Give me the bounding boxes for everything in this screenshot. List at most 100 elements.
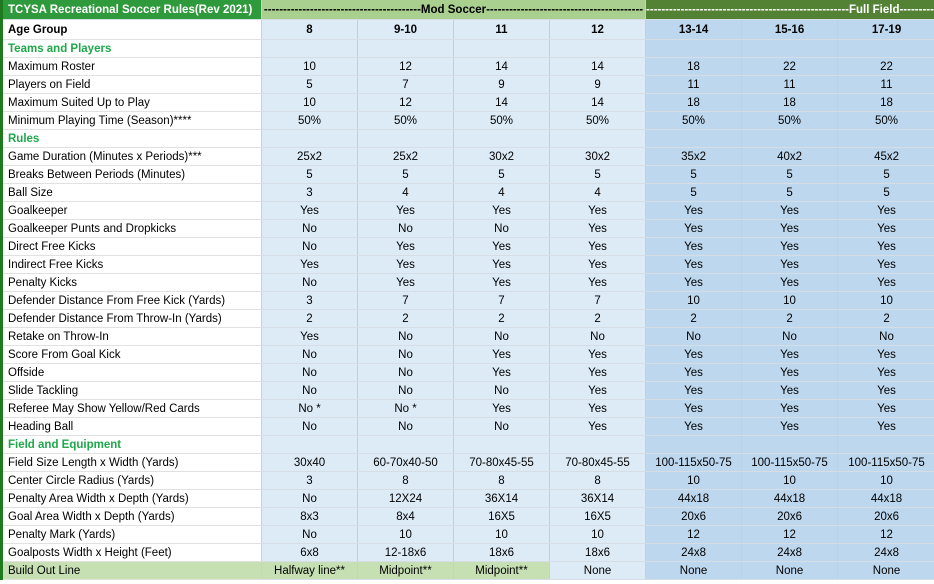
empty-cell[interactable] [357, 435, 454, 454]
rule-value-cell[interactable]: Yes [645, 255, 743, 274]
rule-value-cell[interactable]: 44x18 [741, 489, 839, 508]
full-field-header[interactable]: ----------------------------------------… [645, 0, 934, 20]
empty-cell[interactable] [741, 129, 839, 148]
rule-label[interactable]: Build Out Line [0, 561, 262, 580]
rule-value-cell[interactable]: Yes [261, 255, 358, 274]
rule-value-cell[interactable]: No [261, 525, 358, 544]
rule-value-cell[interactable]: None [741, 561, 839, 580]
rule-value-cell[interactable]: Yes [357, 273, 454, 292]
rule-value-cell[interactable]: Yes [549, 345, 647, 364]
rule-value-cell[interactable]: Yes [741, 345, 839, 364]
rule-value-cell[interactable]: Yes [741, 219, 839, 238]
rule-value-cell[interactable]: 12 [741, 525, 839, 544]
age-group-cell[interactable]: 17-19 [837, 19, 934, 40]
rule-value-cell[interactable]: 70-80x45-55 [453, 453, 550, 472]
rule-value-cell[interactable]: No [261, 489, 358, 508]
rule-value-cell[interactable]: No * [357, 399, 454, 418]
rule-value-cell[interactable]: 30x2 [453, 147, 550, 166]
rule-value-cell[interactable]: 5 [453, 165, 550, 184]
rule-value-cell[interactable]: Yes [645, 417, 743, 436]
rule-value-cell[interactable]: Yes [549, 417, 647, 436]
rule-value-cell[interactable]: 24x8 [645, 543, 743, 562]
rule-value-cell[interactable]: 18x6 [549, 543, 647, 562]
rule-label[interactable]: Center Circle Radius (Yards) [0, 471, 262, 490]
rule-value-cell[interactable]: 8x3 [261, 507, 358, 526]
rule-value-cell[interactable]: No [837, 327, 934, 346]
rule-value-cell[interactable]: No [261, 381, 358, 400]
rule-value-cell[interactable]: Midpoint** [453, 561, 550, 580]
rule-value-cell[interactable]: No [261, 363, 358, 382]
rule-value-cell[interactable]: Yes [549, 381, 647, 400]
age-group-cell[interactable]: 15-16 [741, 19, 839, 40]
rule-label[interactable]: Referee May Show Yellow/Red Cards [0, 399, 262, 418]
rule-value-cell[interactable]: Yes [645, 201, 743, 220]
rule-value-cell[interactable]: 8 [453, 471, 550, 490]
rule-value-cell[interactable]: Yes [837, 273, 934, 292]
mod-soccer-header[interactable]: ----------------------------------------… [261, 0, 647, 20]
rule-value-cell[interactable]: Yes [549, 363, 647, 382]
rule-value-cell[interactable]: 18 [837, 93, 934, 112]
rule-value-cell[interactable]: 5 [837, 165, 934, 184]
rule-value-cell[interactable]: Yes [837, 201, 934, 220]
rule-value-cell[interactable]: 12 [357, 57, 454, 76]
rule-value-cell[interactable]: 3 [261, 471, 358, 490]
rule-value-cell[interactable]: 20x6 [741, 507, 839, 526]
rule-value-cell[interactable]: 20x6 [837, 507, 934, 526]
rule-value-cell[interactable]: 7 [357, 75, 454, 94]
rule-value-cell[interactable]: 5 [357, 165, 454, 184]
rule-value-cell[interactable]: No [357, 363, 454, 382]
rule-value-cell[interactable]: 7 [549, 291, 647, 310]
rule-value-cell[interactable]: No [357, 219, 454, 238]
rule-value-cell[interactable]: Yes [261, 201, 358, 220]
rule-value-cell[interactable]: 4 [357, 183, 454, 202]
rule-value-cell[interactable]: 12 [645, 525, 743, 544]
empty-cell[interactable] [741, 435, 839, 454]
empty-cell[interactable] [837, 39, 934, 58]
rule-value-cell[interactable]: 6x8 [261, 543, 358, 562]
rule-value-cell[interactable]: 50% [837, 111, 934, 130]
rule-value-cell[interactable]: 10 [261, 93, 358, 112]
rule-value-cell[interactable]: 2 [453, 309, 550, 328]
rule-value-cell[interactable]: None [837, 561, 934, 580]
empty-cell[interactable] [357, 129, 454, 148]
age-group-label[interactable]: Age Group [0, 19, 262, 40]
rule-value-cell[interactable]: 50% [261, 111, 358, 130]
rule-value-cell[interactable]: No [645, 327, 743, 346]
rule-value-cell[interactable]: Yes [357, 237, 454, 256]
rule-value-cell[interactable]: 36X14 [453, 489, 550, 508]
rule-value-cell[interactable]: Yes [645, 363, 743, 382]
rule-value-cell[interactable]: No [453, 219, 550, 238]
rule-value-cell[interactable]: 5 [549, 165, 647, 184]
rule-value-cell[interactable]: Halfway line** [261, 561, 358, 580]
empty-cell[interactable] [357, 39, 454, 58]
age-group-cell[interactable]: 9-10 [357, 19, 454, 40]
rule-value-cell[interactable]: Yes [645, 345, 743, 364]
age-group-cell[interactable]: 12 [549, 19, 647, 40]
rule-value-cell[interactable]: 50% [645, 111, 743, 130]
rule-value-cell[interactable]: Midpoint** [357, 561, 454, 580]
rule-value-cell[interactable]: Yes [741, 381, 839, 400]
rule-value-cell[interactable]: 24x8 [837, 543, 934, 562]
rule-value-cell[interactable]: No [261, 273, 358, 292]
rule-value-cell[interactable]: No [357, 327, 454, 346]
rule-value-cell[interactable]: Yes [453, 399, 550, 418]
rule-label[interactable]: Field Size Length x Width (Yards) [0, 453, 262, 472]
rule-value-cell[interactable]: 30x40 [261, 453, 358, 472]
rule-value-cell[interactable]: 10 [645, 291, 743, 310]
rule-value-cell[interactable]: 5 [837, 183, 934, 202]
rule-value-cell[interactable]: No [261, 219, 358, 238]
rule-value-cell[interactable]: No [357, 345, 454, 364]
rule-value-cell[interactable]: 60-70x40-50 [357, 453, 454, 472]
rule-value-cell[interactable]: No [261, 417, 358, 436]
rule-value-cell[interactable]: 10 [837, 291, 934, 310]
rule-label[interactable]: Ball Size [0, 183, 262, 202]
empty-cell[interactable] [549, 129, 647, 148]
rule-value-cell[interactable]: Yes [741, 201, 839, 220]
rule-value-cell[interactable]: Yes [453, 201, 550, 220]
rule-value-cell[interactable]: Yes [357, 201, 454, 220]
rule-value-cell[interactable]: 2 [741, 309, 839, 328]
sheet-title[interactable]: TCYSA Recreational Soccer Rules(Rev 2021… [0, 0, 262, 20]
rule-label[interactable]: Goal Area Width x Depth (Yards) [0, 507, 262, 526]
rule-label[interactable]: Defender Distance From Throw-In (Yards) [0, 309, 262, 328]
empty-cell[interactable] [741, 39, 839, 58]
